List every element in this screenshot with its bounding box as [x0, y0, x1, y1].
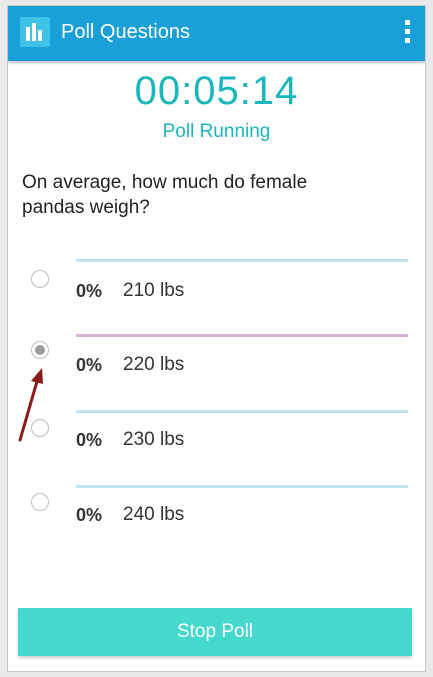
poll-status: Poll Running: [162, 121, 271, 142]
option-radio[interactable]: [31, 270, 49, 288]
option-percent: 0%: [76, 281, 103, 301]
result-bar: [76, 334, 408, 337]
app-bar: Poll Questions: [8, 6, 425, 61]
option-percent: 0%: [76, 505, 103, 525]
option-percent: 0%: [76, 430, 103, 450]
result-bar: [76, 259, 408, 262]
poll-option[interactable]: 0% 240 lbs: [8, 484, 425, 554]
option-label: 220 lbs: [123, 354, 185, 375]
poll-option[interactable]: 0% 230 lbs: [8, 409, 425, 479]
app-title: Poll Questions: [61, 21, 190, 43]
overflow-menu-icon[interactable]: [405, 20, 411, 46]
result-bar: [76, 485, 408, 488]
annotation-arrow-icon: [18, 368, 43, 442]
option-radio[interactable]: [31, 493, 49, 511]
result-bar: [76, 410, 408, 413]
app-screen: Poll Questions 00:05:14 Poll Running On …: [7, 5, 426, 672]
option-label: 240 lbs: [123, 504, 185, 525]
poll-option[interactable]: 0% 220 lbs: [8, 333, 425, 403]
option-percent: 0%: [76, 355, 103, 375]
poll-question: On average, how much do female pandas we…: [22, 172, 308, 218]
poll-option[interactable]: 0% 210 lbs: [8, 258, 425, 328]
bar-chart-icon: [20, 17, 50, 47]
option-label: 230 lbs: [123, 429, 185, 450]
option-label: 210 lbs: [123, 280, 185, 301]
option-radio-selected[interactable]: [31, 341, 49, 359]
stop-poll-button[interactable]: Stop Poll: [18, 608, 412, 656]
poll-timer: 00:05:14: [134, 69, 299, 113]
